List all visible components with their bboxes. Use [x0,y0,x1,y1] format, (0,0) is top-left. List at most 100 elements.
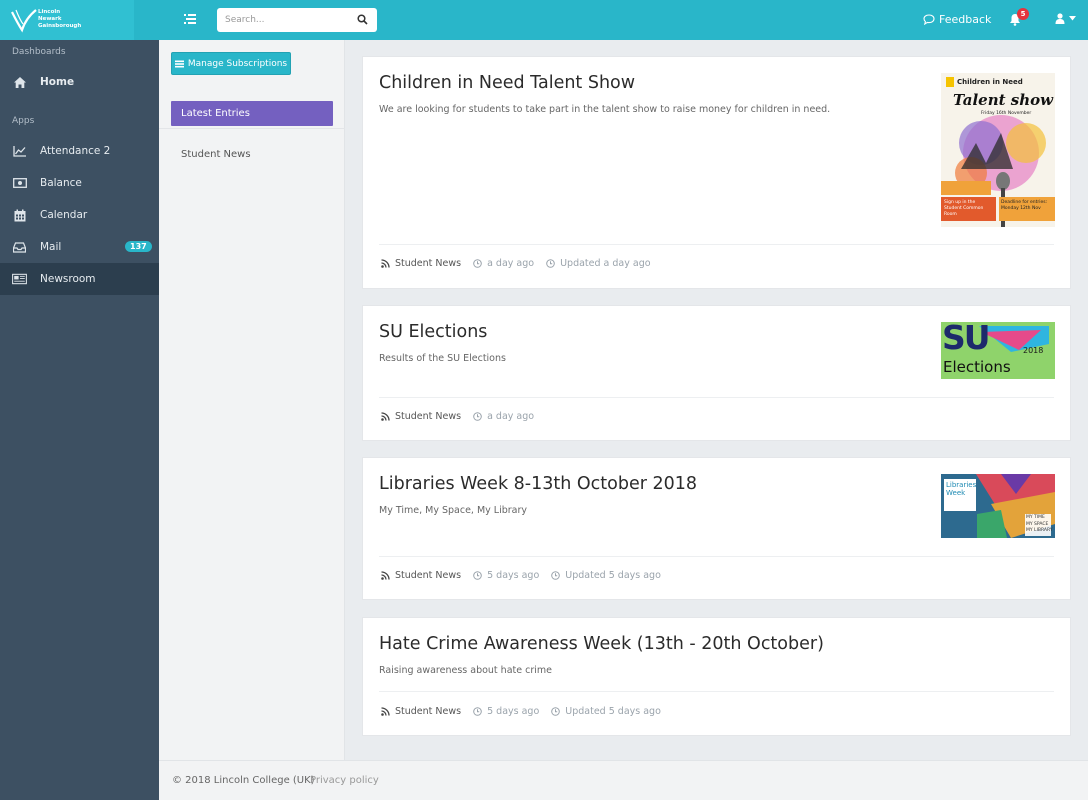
sidebar-item-label: Attendance 2 [40,145,111,157]
sidebar-item-label: Mail [40,241,62,253]
sidebar-item-attendance[interactable]: Attendance 2 [0,135,159,167]
sidebar-item-label: Balance [40,177,82,189]
news-source[interactable]: Student News [381,258,461,269]
news-title[interactable]: Libraries Week 8-13th October 2018 [379,474,697,494]
rss-icon [381,571,390,580]
sidebar-section-dashboards: Dashboards [12,47,66,57]
clock-icon [473,259,482,268]
clock-icon [546,259,555,268]
feedback-label: Feedback [939,13,992,26]
user-menu[interactable] [1055,13,1076,24]
thumb-text: 2018 [1023,346,1044,355]
brand-line-3: Gainsborough [38,23,82,29]
search-icon[interactable] [357,14,368,28]
search-box [217,8,377,32]
news-source-label: Student News [395,411,462,422]
card-divider [379,397,1054,398]
thumb-text: SU [942,322,991,357]
news-meta: Student News a day ago [381,411,534,422]
clock-icon [473,412,482,421]
posted-time: a day ago [473,258,534,269]
news-meta: Student News 5 days ago Updated 5 days a… [381,706,661,717]
news-description: My Time, My Space, My Library [379,505,528,516]
news-title[interactable]: Children in Need Talent Show [379,73,635,93]
posted-time-label: 5 days ago [487,706,540,717]
manage-subscriptions-label: Manage Subscriptions [187,58,288,69]
newspaper-icon [12,272,27,286]
privacy-policy-link[interactable]: Privacy policy [310,775,379,786]
thumb-text: Elections [943,358,1011,376]
brand-logo[interactable]: Lincoln Newark Gainsborough [0,0,134,40]
clock-icon [551,707,561,716]
search-input[interactable] [225,13,350,27]
calendar-icon [12,208,27,222]
sidebar-item-mail[interactable]: Mail 137 [0,231,159,263]
updated-time: Updated 5 days ago [551,706,661,717]
thumb-text: MY LIBRARY [1026,528,1053,533]
sidebar-item-label: Newsroom [40,273,96,285]
feedback-link[interactable]: Feedback [923,13,991,26]
sidebar: Dashboards Home Apps Attendance 2 Balanc… [0,40,159,800]
money-icon [12,176,27,190]
copyright-text: © 2018 Lincoln College (UK) [172,775,315,786]
thumb-text: Children in Need [957,78,1023,86]
news-title[interactable]: SU Elections [379,322,487,342]
news-description: Raising awareness about hate crime [379,665,552,676]
sidebar-item-label: Home [40,76,75,88]
divider [159,128,345,129]
user-icon [1055,13,1065,24]
mail-count-badge: 137 [125,241,152,252]
manage-subscriptions-button[interactable]: Manage Subscriptions [171,52,291,75]
news-source[interactable]: Student News [381,706,461,717]
news-thumbnail-libraries-week[interactable]: Libraries Week MY TIME MY SPACE MY LIBRA… [941,474,1055,538]
news-title[interactable]: Hate Crime Awareness Week (13th - 20th O… [379,634,824,654]
sidebar-toggle-icon[interactable] [183,12,197,26]
brand-name: Lincoln Newark Gainsborough [38,9,81,30]
news-source-label: Student News [395,258,462,269]
posted-time-label: 5 days ago [487,570,540,581]
news-description: We are looking for students to take part… [379,104,831,115]
swoosh-logo-icon [11,9,37,33]
thumb-tags: MY TIME MY SPACE MY LIBRARY [1026,515,1053,535]
news-source[interactable]: Student News [381,411,461,422]
updated-time-label: Updated 5 days ago [565,706,661,717]
news-source-label: Student News [395,706,462,717]
updated-time-label: Updated a day ago [560,258,651,269]
posted-time: a day ago [473,411,534,422]
sidebar-item-newsroom[interactable]: Newsroom [0,263,159,295]
thumb-text: Friday 16th November [981,111,1032,116]
feed-link-student-news[interactable]: Student News [181,149,251,160]
line-chart-icon [12,144,27,158]
inbox-icon [12,240,27,254]
updated-time: Updated 5 days ago [551,570,661,581]
news-card: Libraries Week 8-13th October 2018 My Ti… [362,457,1071,600]
comment-icon [923,14,935,25]
footer: © 2018 Lincoln College (UK) Privacy poli… [159,760,1088,800]
sidebar-item-label: Calendar [40,209,88,221]
news-description: Results of the SU Elections [379,353,506,364]
updated-time-label: Updated 5 days ago [565,570,661,581]
posted-time: 5 days ago [473,706,539,717]
clock-icon [551,571,561,580]
sidebar-item-balance[interactable]: Balance [0,167,159,199]
sidebar-section-apps: Apps [12,116,35,126]
rss-icon [381,259,390,268]
news-thumbnail-su-elections[interactable]: SU 2018 Elections [941,322,1055,379]
sidebar-item-calendar[interactable]: Calendar [0,199,159,231]
card-divider [379,556,1054,557]
notification-count-badge: 5 [1017,8,1029,20]
latest-entries-tab[interactable]: Latest Entries [171,101,333,126]
sidebar-item-home[interactable]: Home [0,66,159,98]
posted-time: 5 days ago [473,570,539,581]
thumb-text: Libraries Week [946,481,977,497]
posted-time-label: a day ago [487,258,535,269]
thumb-text: Talent show [953,91,1054,109]
news-thumbnail-talent-show[interactable]: Children in Need Talent show Friday 16th… [941,73,1055,227]
news-source[interactable]: Student News [381,570,461,581]
brand-line-2: Newark [38,16,62,22]
home-icon [12,75,27,89]
list-icon [174,60,184,67]
newsroom-subnav: Manage Subscriptions Latest Entries Stud… [159,40,345,760]
card-divider [379,691,1054,692]
posted-time-label: a day ago [487,411,535,422]
